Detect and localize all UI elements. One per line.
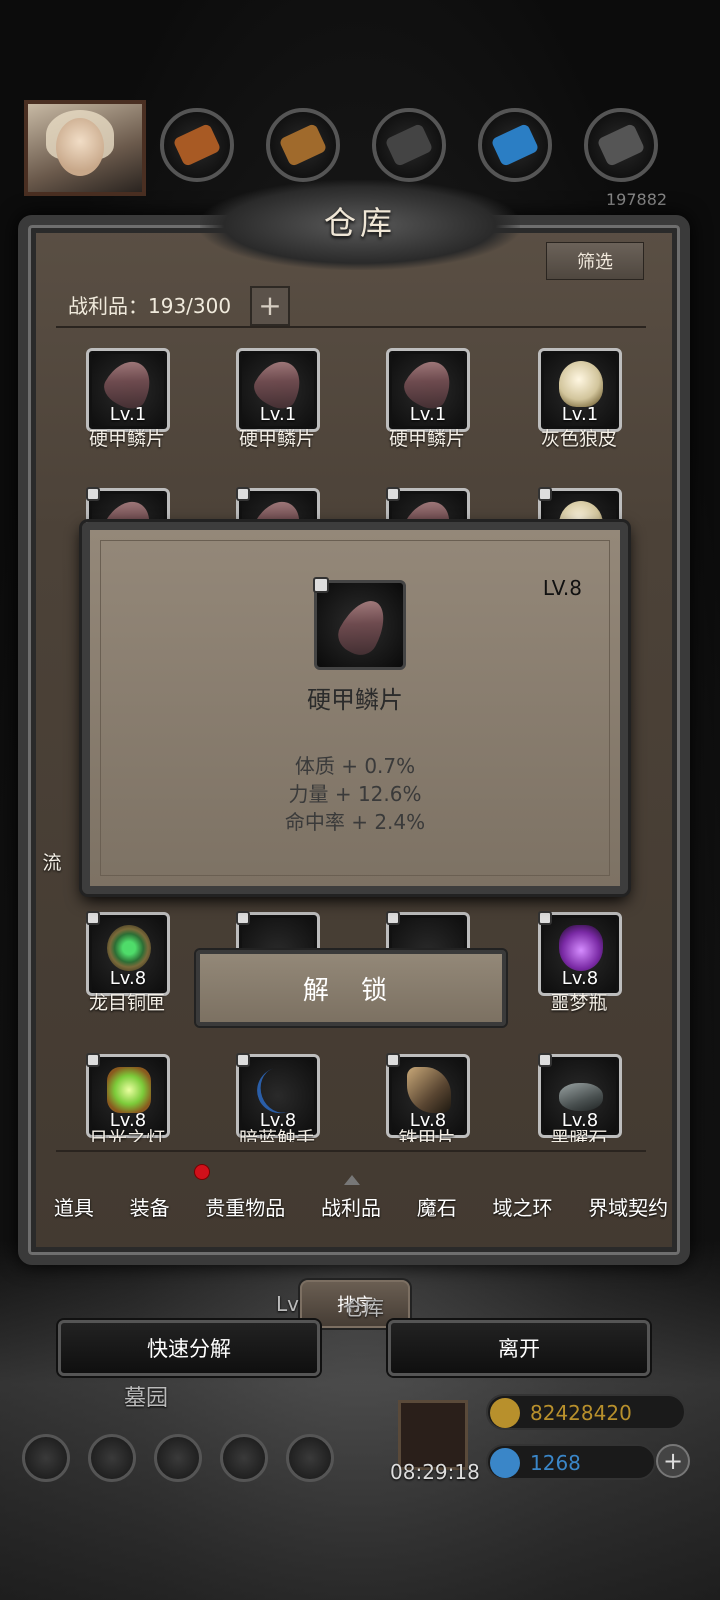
- portrait-face: [56, 118, 104, 176]
- tab-domain-rings[interactable]: 域之环: [475, 1178, 571, 1234]
- lock-icon: [538, 911, 552, 925]
- item-level: Lv.1: [561, 404, 599, 425]
- scale-icon: [332, 592, 394, 662]
- claw-icon: [407, 1067, 451, 1113]
- lock-icon: [86, 1053, 100, 1067]
- item-slot[interactable]: Lv.1: [86, 348, 170, 432]
- item-name: 灰色狼皮: [540, 428, 617, 450]
- tab-items[interactable]: 道具: [36, 1178, 112, 1234]
- gold-coin-icon: [490, 1398, 520, 1428]
- item-name: 暗蓝触手: [238, 1128, 315, 1142]
- popup-level: LV.8: [542, 576, 582, 600]
- panel-title: 仓库: [323, 204, 396, 242]
- item-level: Lv.1: [259, 404, 297, 425]
- item-level: Lv.1: [409, 404, 447, 425]
- item-name: 龙目铜匣: [88, 992, 165, 1014]
- resource-wood-icon: [160, 108, 234, 182]
- bag-icon[interactable]: [154, 1434, 202, 1482]
- lantern-icon: [107, 1067, 151, 1113]
- popup-stat: 体质 + 0.7%: [294, 754, 416, 778]
- unlock-button[interactable]: 解 锁: [196, 950, 506, 1026]
- tab-valuables[interactable]: 贵重物品: [187, 1178, 303, 1234]
- tab-magic-stones[interactable]: 魔石: [399, 1178, 475, 1234]
- popup-stat: 力量 + 12.6%: [288, 782, 422, 806]
- gold-display: 82428420: [486, 1394, 686, 1430]
- tab-loot[interactable]: 战利品: [303, 1178, 399, 1234]
- lock-icon: [236, 911, 250, 925]
- notification-dot: [194, 1164, 210, 1180]
- item-name-partial: 流: [42, 852, 62, 874]
- leave-button[interactable]: 离开: [388, 1320, 650, 1376]
- divider: [56, 326, 646, 328]
- background-lv-text: Lv: [276, 1292, 299, 1316]
- nightmare-bottle-icon: [559, 925, 603, 971]
- tab-realm-contracts[interactable]: 界域契约: [570, 1178, 686, 1234]
- fur-icon: [559, 361, 603, 407]
- settings-icon[interactable]: [22, 1434, 70, 1482]
- item-name: 硬甲鳞片: [388, 428, 465, 450]
- gem-icon: [490, 1448, 520, 1478]
- category-tabs: 道具 装备 贵重物品 战利品 魔石 域之环 界域契约: [36, 1178, 686, 1234]
- gift-timer: 08:29:18: [390, 1460, 480, 1484]
- item-slot[interactable]: Lv.8: [538, 911, 622, 996]
- lock-icon: [386, 487, 400, 501]
- player-portrait[interactable]: [24, 100, 146, 196]
- background-warehouse-text: 仓库: [344, 1296, 384, 1320]
- lock-icon: [86, 911, 100, 925]
- item-name: 铁甲片: [398, 1128, 456, 1142]
- graveyard-label: 墓园: [124, 1386, 169, 1411]
- popup-stat: 命中率 + 2.4%: [284, 810, 426, 834]
- obsidian-icon: [559, 1083, 603, 1111]
- lock-icon: [538, 1053, 552, 1067]
- lock-icon: [313, 577, 329, 593]
- gem-display: 1268: [486, 1444, 656, 1480]
- item-level: Lv.8: [561, 968, 599, 989]
- item-name: 日光之灯: [88, 1128, 165, 1142]
- divider: [56, 1150, 646, 1152]
- add-gems-button[interactable]: +: [656, 1444, 690, 1478]
- tab-equipment[interactable]: 装备: [112, 1178, 188, 1234]
- lock-icon: [386, 911, 400, 925]
- popup-item-icon: [313, 577, 406, 670]
- capacity-label: 战利品：193/300: [68, 294, 232, 318]
- gem-amount: 1268: [530, 1451, 581, 1475]
- item-name: 噩梦瓶: [550, 992, 608, 1014]
- lock-icon: [86, 487, 100, 501]
- item-name: 硬甲鳞片: [88, 428, 165, 450]
- lock-icon: [236, 1053, 250, 1067]
- resource-stone-icon: [584, 108, 658, 182]
- item-name: 黑曜石: [550, 1128, 608, 1142]
- resource-crystal-icon: [478, 108, 552, 182]
- star-icon[interactable]: [88, 1434, 136, 1482]
- popup-item-name: 硬甲鳞片: [307, 686, 403, 714]
- mail-icon[interactable]: [220, 1434, 268, 1482]
- item-slot[interactable]: Lv.8: [86, 911, 170, 996]
- item-name: 硬甲鳞片: [238, 428, 315, 450]
- gold-amount: 82428420: [530, 1401, 632, 1425]
- cube-icon[interactable]: [286, 1434, 334, 1482]
- item-level: Lv.1: [109, 404, 147, 425]
- quick-decompose-button[interactable]: 快速分解: [58, 1320, 320, 1376]
- lock-icon: [538, 487, 552, 501]
- item-slot[interactable]: Lv.1: [386, 348, 470, 432]
- item-slot[interactable]: Lv.1: [236, 348, 320, 432]
- item-level: Lv.8: [109, 968, 147, 989]
- item-detail-popup: LV.8 硬甲鳞片 体质 + 0.7% 力量 + 12.6% 命中率 + 2.4…: [82, 522, 628, 894]
- item-slot[interactable]: Lv.1: [538, 348, 622, 432]
- dragon-eye-box-icon: [107, 925, 151, 971]
- resource-plank-icon: [266, 108, 340, 182]
- lock-icon: [236, 487, 250, 501]
- filter-button[interactable]: 筛选: [546, 242, 644, 280]
- resource-iron-icon: [372, 108, 446, 182]
- lock-icon: [386, 1053, 400, 1067]
- expand-capacity-button[interactable]: +: [250, 286, 290, 326]
